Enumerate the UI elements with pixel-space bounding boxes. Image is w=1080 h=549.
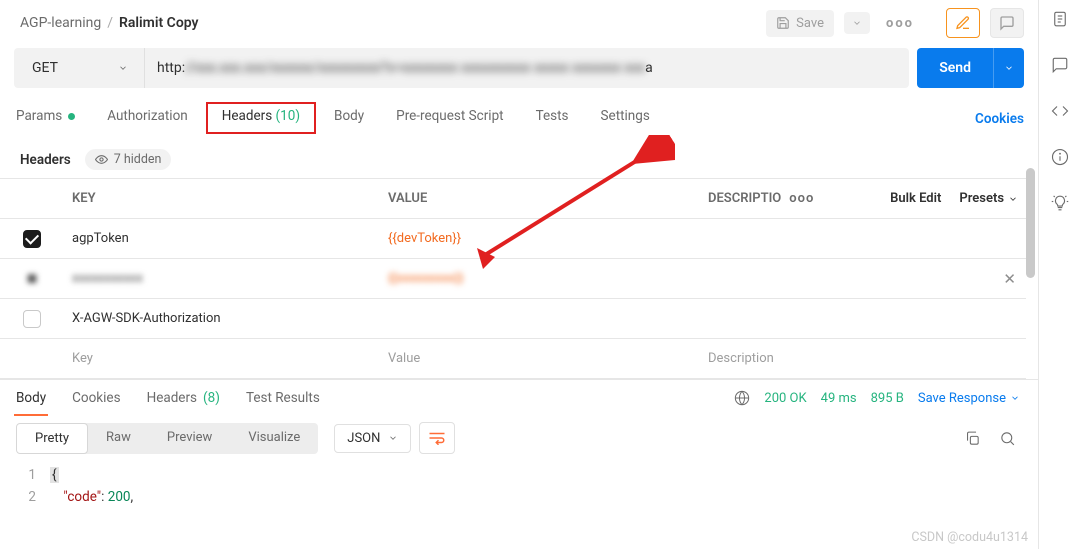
header-desc[interactable] [700,229,1026,249]
chevron-down-icon [1010,393,1020,403]
row-checkbox-blurred[interactable]: ◼︎ [27,271,38,286]
line-number: 1 [20,464,50,486]
format-raw[interactable]: Raw [88,423,149,454]
header-desc[interactable]: ✕ [700,269,1026,289]
body-format-toggle: Pretty Raw Preview Visualize [16,423,318,454]
status-size[interactable]: 895 B [871,391,904,406]
chevron-down-icon [1008,194,1018,204]
url-blurred: //xxx.xxx.xxx/xxxxxx/xxxxxxxxx?x=xxxxxxx… [185,60,645,76]
resp-tab-body[interactable]: Body [14,380,48,416]
chevron-down-icon [852,18,862,28]
method-select[interactable]: GET [14,48,145,88]
url-suffix: a [645,60,653,76]
header-key[interactable]: X-AGW-SDK-Authorization [64,301,380,336]
header-desc[interactable] [700,309,1026,329]
save-response-button[interactable]: Save Response [918,391,1020,406]
tab-params[interactable]: Params [14,102,77,136]
header-desc-input[interactable]: Description [700,341,1026,376]
save-label: Save [796,16,824,31]
format-preview[interactable]: Preview [149,423,230,454]
col-more[interactable]: ooo [789,191,814,206]
resp-tab-test-results[interactable]: Test Results [244,380,322,416]
breadcrumbs: AGP-learning / Ralimit Copy [20,15,199,31]
save-button[interactable]: Save [766,10,834,37]
headers-title: Headers [20,152,71,168]
row-checkbox[interactable] [23,230,41,248]
rail-bulb-icon[interactable] [1051,194,1069,216]
table-row[interactable]: ◼︎ xxxxxxxxxxx {{xxxxxxxxx}} ✕ [0,259,1026,299]
comment-button[interactable] [990,8,1024,38]
format-pretty[interactable]: Pretty [16,423,88,454]
tab-tests[interactable]: Tests [534,102,571,136]
url-prefix: http: [157,60,185,76]
col-value: VALUE [380,181,700,216]
rail-docs-icon[interactable] [1051,10,1069,32]
save-icon [776,16,790,30]
hidden-headers-toggle[interactable]: 7 hidden [85,149,172,170]
dot-indicator [68,113,75,120]
tab-headers[interactable]: Headers (10) [218,100,304,138]
bulk-edit-link[interactable]: Bulk Edit [890,191,941,206]
edit-button[interactable] [946,8,980,38]
response-body[interactable]: 1 { 2 "code": 200, [0,464,1038,508]
tab-authorization[interactable]: Authorization [105,102,189,136]
more-menu-button[interactable]: ooo [880,16,920,31]
header-value-input[interactable]: Value [380,341,700,376]
eye-icon [95,153,108,166]
format-visualize[interactable]: Visualize [230,423,318,454]
send-button[interactable]: Send [917,48,993,88]
chevron-down-icon [388,433,398,443]
method-label: GET [32,60,58,76]
vertical-scrollbar[interactable] [1026,168,1035,402]
wrap-toggle-button[interactable] [419,422,455,454]
tab-body[interactable]: Body [332,102,366,136]
chevron-down-icon [118,63,128,73]
headers-count: (10) [276,108,301,124]
breadcrumb-parent[interactable]: AGP-learning [20,15,101,31]
search-icon[interactable] [999,430,1016,447]
chevron-down-icon [1004,63,1014,73]
status-time[interactable]: 49 ms [821,391,857,406]
breadcrumb-slash: / [107,15,113,31]
tab-settings[interactable]: Settings [599,102,652,136]
globe-icon[interactable] [734,390,750,406]
row-remove-button[interactable]: ✕ [1003,270,1016,288]
header-value[interactable]: {{devToken}} [380,221,700,256]
row-checkbox[interactable] [23,310,41,328]
status-code[interactable]: 200 OK [764,391,806,406]
rail-info-icon[interactable] [1051,148,1069,170]
cookies-link[interactable]: Cookies [975,101,1024,137]
col-key: KEY [64,181,380,216]
comment-icon [999,15,1015,31]
breadcrumb-current[interactable]: Ralimit Copy [119,15,199,31]
resp-tab-headers[interactable]: Headers (8) [145,380,222,416]
copy-icon[interactable] [964,430,981,447]
header-key[interactable]: agpToken [64,221,380,256]
pencil-icon [955,15,971,31]
body-lang-select[interactable]: JSON [334,424,411,453]
header-key-input[interactable]: Key [64,341,380,376]
rail-comment-icon[interactable] [1051,56,1069,78]
table-row-new[interactable]: Key Value Description [0,339,1026,379]
line-number: 2 [20,486,50,508]
send-more-button[interactable] [993,48,1024,88]
header-value[interactable]: {{xxxxxxxxx}} [380,261,700,296]
wrap-icon [428,431,446,445]
header-value[interactable] [380,309,700,329]
header-key[interactable]: xxxxxxxxxxx [64,261,380,296]
presets-dropdown[interactable]: Presets [959,191,1018,206]
headers-header-row: KEY VALUE DESCRIPTIO ooo Bulk Edit Prese… [0,179,1026,219]
table-row[interactable]: agpToken {{devToken}} [0,219,1026,259]
url-input[interactable]: http: //xxx.xxx.xxx/xxxxxx/xxxxxxxxx?x=x… [145,48,909,88]
col-desc: DESCRIPTIO [708,191,781,206]
tab-pre-request-script[interactable]: Pre-request Script [394,102,505,136]
table-row[interactable]: X-AGW-SDK-Authorization [0,299,1026,339]
rail-code-icon[interactable] [1051,102,1069,124]
resp-tab-cookies[interactable]: Cookies [70,380,122,416]
watermark: CSDN @codu4u1314 [911,530,1028,545]
save-more-button[interactable] [844,12,870,34]
